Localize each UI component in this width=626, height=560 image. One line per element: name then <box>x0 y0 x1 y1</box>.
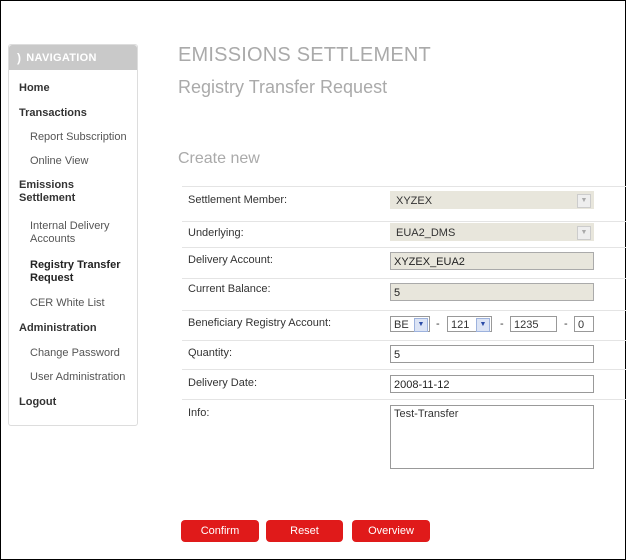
sidebar-item-registry-transfer-request[interactable]: Registry Transfer Request <box>30 259 138 285</box>
form-row-delivery-account: Delivery Account: XYZEX_EUA2 <box>182 247 626 273</box>
nav-header: ) NAVIGATION <box>9 45 137 70</box>
current-balance-field: 5 <box>390 283 594 301</box>
sidebar-item-cer-white-list[interactable]: CER White List <box>30 297 105 310</box>
settlement-member-select[interactable]: XYZEX ▼ <box>390 191 594 209</box>
sidebar-navigation: ) NAVIGATION Home Transactions Report Su… <box>8 44 138 426</box>
sidebar-item-logout[interactable]: Logout <box>19 396 56 409</box>
separator-dash: - <box>564 318 568 330</box>
info-label: Info: <box>188 407 210 419</box>
beneficiary-account-input[interactable]: 1235 <box>510 316 557 332</box>
underlying-value: EUA2_DMS <box>396 227 456 239</box>
sidebar-item-report-subscription[interactable]: Report Subscription <box>30 131 127 144</box>
nav-header-icon: ) <box>17 50 22 65</box>
beneficiary-account-label: Beneficiary Registry Account: <box>188 317 332 329</box>
settlement-member-value: XYZEX <box>396 195 433 207</box>
beneficiary-country-value: BE <box>394 319 409 331</box>
underlying-label: Underlying: <box>188 227 244 239</box>
sidebar-item-internal-delivery-accounts[interactable]: Internal Delivery Accounts <box>30 220 125 246</box>
sidebar-item-administration[interactable]: Administration <box>19 322 97 335</box>
chevron-down-icon: ▼ <box>577 194 591 208</box>
form-row-beneficiary-account: Beneficiary Registry Account: BE ▼ - 121… <box>182 310 626 341</box>
nav-header-label: NAVIGATION <box>26 51 97 64</box>
beneficiary-type-value: 121 <box>451 319 470 331</box>
separator-dash: - <box>436 318 440 330</box>
reset-button[interactable]: Reset <box>266 520 343 542</box>
sidebar-item-home[interactable]: Home <box>19 82 50 95</box>
delivery-account-label: Delivery Account: <box>188 254 273 266</box>
section-heading: Create new <box>178 150 260 167</box>
form-row-delivery-date: Delivery Date: 2008-11-12 <box>182 369 626 398</box>
confirm-button[interactable]: Confirm <box>181 520 259 542</box>
delivery-date-label: Delivery Date: <box>188 377 258 389</box>
chevron-down-icon: ▼ <box>414 318 428 332</box>
beneficiary-country-select[interactable]: BE ▼ <box>390 316 430 332</box>
form-row-underlying: Underlying: EUA2_DMS ▼ <box>182 221 626 247</box>
sidebar-item-emissions-settlement[interactable]: Emissions Settlement <box>19 179 99 205</box>
sidebar-item-online-view[interactable]: Online View <box>30 155 89 168</box>
form-row-info: Info: Test-Transfer <box>182 399 626 475</box>
delivery-date-input[interactable]: 2008-11-12 <box>390 375 594 393</box>
underlying-select[interactable]: EUA2_DMS ▼ <box>390 223 594 241</box>
beneficiary-check-input[interactable]: 0 <box>574 316 594 332</box>
quantity-input[interactable]: 5 <box>390 345 594 363</box>
sidebar-item-user-administration[interactable]: User Administration <box>30 371 125 384</box>
info-textarea[interactable]: Test-Transfer <box>390 405 594 469</box>
form-row-current-balance: Current Balance: 5 <box>182 278 626 304</box>
separator-dash: - <box>500 318 504 330</box>
beneficiary-type-select[interactable]: 121 ▼ <box>447 316 492 332</box>
page-title: EMISSIONS SETTLEMENT <box>178 44 431 66</box>
page-subtitle: Registry Transfer Request <box>178 77 388 97</box>
chevron-down-icon: ▼ <box>577 226 591 240</box>
sidebar-item-transactions[interactable]: Transactions <box>19 107 87 120</box>
form-row-settlement-member: Settlement Member: XYZEX ▼ <box>182 186 626 212</box>
current-balance-label: Current Balance: <box>188 283 271 295</box>
form-row-quantity: Quantity: 5 <box>182 340 626 369</box>
overview-button[interactable]: Overview <box>352 520 430 542</box>
sidebar-item-change-password[interactable]: Change Password <box>30 347 120 360</box>
chevron-down-icon: ▼ <box>476 318 490 332</box>
delivery-account-field: XYZEX_EUA2 <box>390 252 594 270</box>
settlement-member-label: Settlement Member: <box>188 194 288 206</box>
quantity-label: Quantity: <box>188 347 233 359</box>
